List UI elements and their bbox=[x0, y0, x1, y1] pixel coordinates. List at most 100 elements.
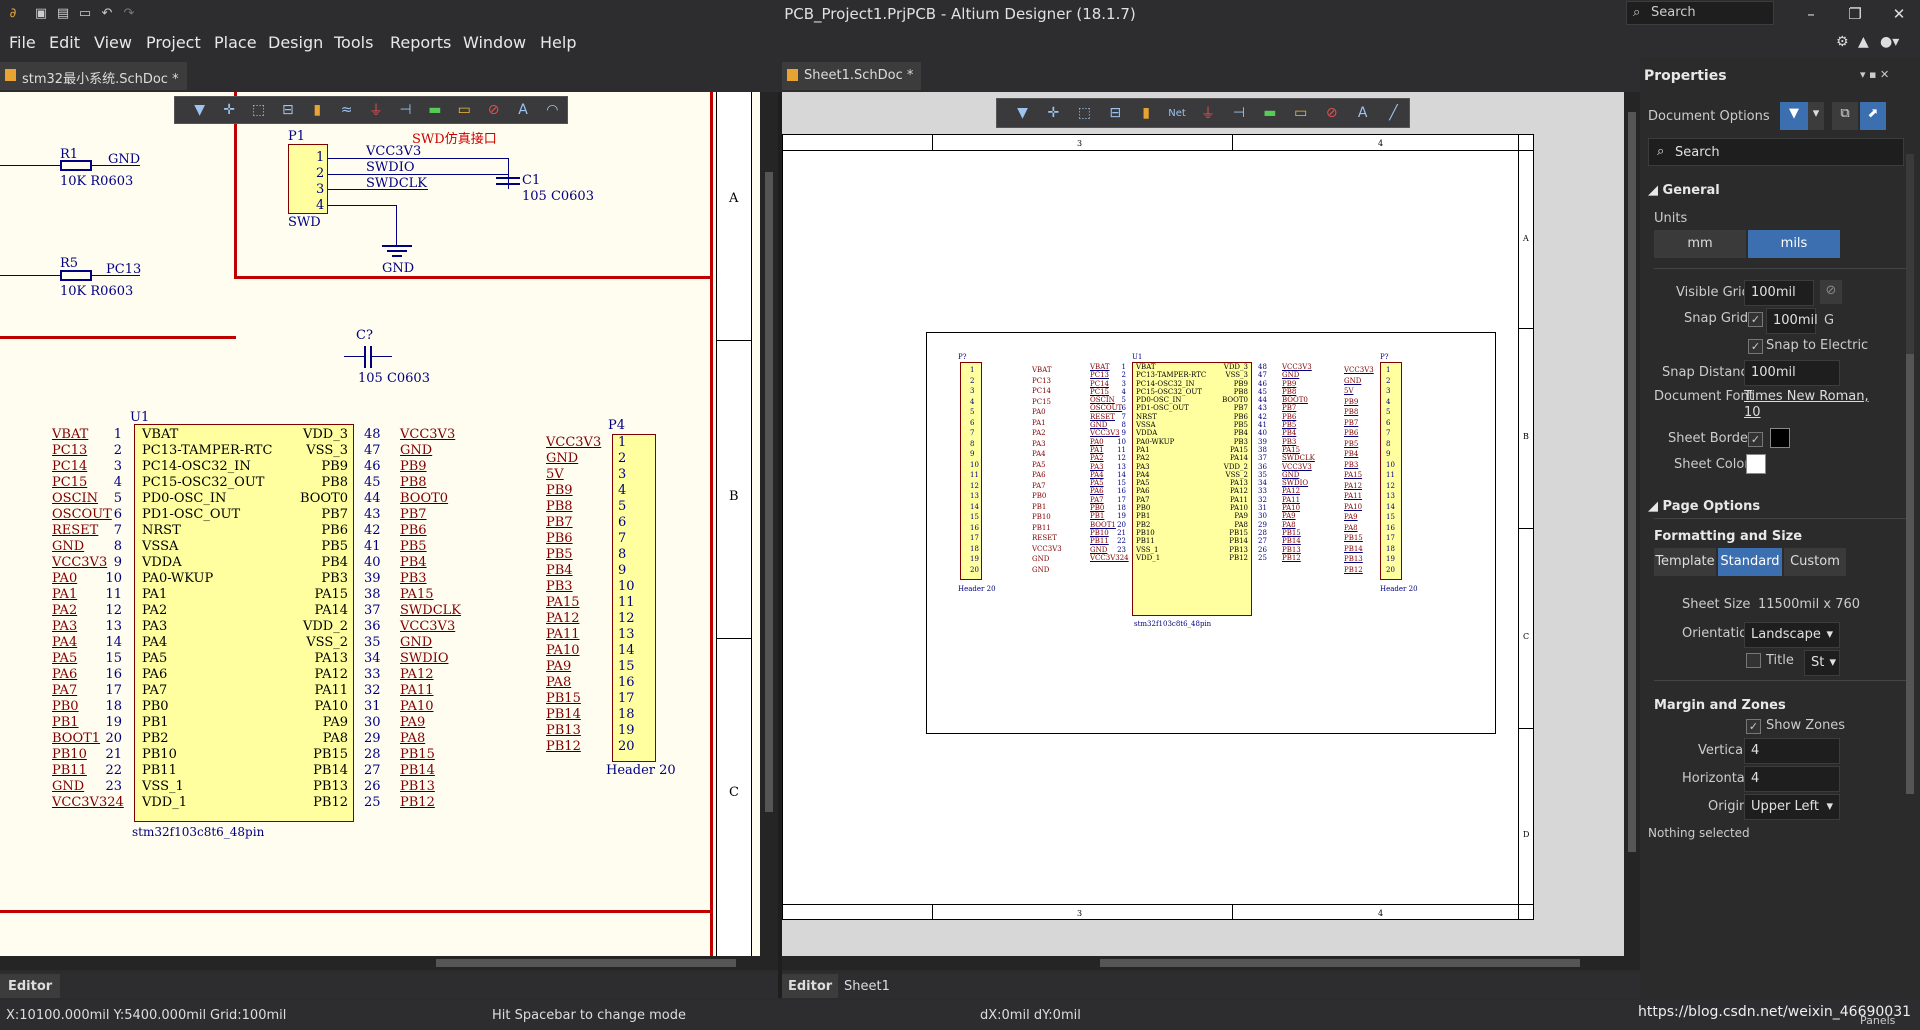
pin-number: 29 bbox=[364, 731, 381, 746]
show-zones-checkbox[interactable]: ✓ bbox=[1746, 719, 1761, 734]
document-font-size[interactable]: 10 bbox=[1744, 405, 1761, 420]
pointer-button[interactable]: ⬈ bbox=[1860, 102, 1886, 130]
orientation-dropdown[interactable]: Landscape ▾ bbox=[1744, 622, 1840, 648]
tab-editor-left[interactable]: Editor bbox=[0, 974, 60, 998]
port-icon[interactable]: ▭ bbox=[450, 102, 479, 118]
global-search-input[interactable]: ⌕ Search bbox=[1626, 1, 1774, 25]
menu-tools[interactable]: Tools bbox=[334, 33, 373, 52]
title-checkbox[interactable] bbox=[1746, 653, 1761, 668]
close-button[interactable]: ✕ bbox=[1878, 3, 1920, 25]
units-mils-button[interactable]: mils bbox=[1748, 230, 1840, 258]
align-icon[interactable]: ⊟ bbox=[1100, 105, 1131, 121]
general-section-header[interactable]: ◢ General bbox=[1648, 183, 1720, 198]
sheet-border-checkbox[interactable]: ✓ bbox=[1748, 432, 1763, 447]
pin-number: 7 bbox=[113, 523, 122, 538]
component-icon[interactable]: ▮ bbox=[303, 102, 332, 118]
filter-icon[interactable]: ▼ bbox=[1007, 105, 1038, 121]
menu-edit[interactable]: Edit bbox=[49, 33, 80, 52]
scroll-thumb[interactable] bbox=[1906, 354, 1914, 794]
menu-help[interactable]: Help bbox=[540, 33, 576, 52]
sheet-color-swatch[interactable] bbox=[1746, 454, 1766, 474]
panel-menu-icon[interactable]: ▾ ▪ ✕ bbox=[1860, 68, 1889, 81]
tab-sheet1-schdoc[interactable]: Sheet1.SchDoc * bbox=[782, 62, 922, 90]
grid-visibility-icon[interactable]: ⊘ bbox=[1820, 280, 1842, 304]
tab-editor-right[interactable]: Editor bbox=[782, 974, 838, 998]
pin-number: 12 bbox=[105, 603, 122, 618]
custom-button[interactable]: Custom bbox=[1784, 548, 1846, 576]
directive-icon[interactable]: ⊘ bbox=[479, 102, 508, 118]
r1-body[interactable] bbox=[60, 160, 92, 171]
scroll-thumb[interactable] bbox=[436, 959, 736, 967]
notifications-icon[interactable]: ▲ bbox=[1858, 34, 1869, 50]
power-port-icon[interactable]: ⏚ bbox=[1193, 103, 1224, 123]
line-icon[interactable]: ╱ bbox=[1378, 105, 1409, 121]
panel-scrollbar[interactable] bbox=[1906, 154, 1914, 794]
left-horizontal-scrollbar[interactable] bbox=[0, 956, 778, 970]
right-schematic-canvas[interactable]: ▼ ✛ ⬚ ⊟ ▮ Net ⏚ ⊣ ▬ ▭ ⊘ A ╱ 3 4 3 4 A B C D P? 12345… bbox=[782, 92, 1624, 956]
panels-button[interactable]: Panels bbox=[1860, 1014, 1895, 1027]
origin-dropdown[interactable]: Upper Left ▾ bbox=[1744, 794, 1840, 820]
scroll-thumb[interactable] bbox=[1628, 112, 1636, 852]
template-button[interactable]: Template bbox=[1654, 548, 1716, 576]
r5-body[interactable] bbox=[60, 270, 92, 281]
sheet-border-color-swatch[interactable] bbox=[1770, 428, 1790, 448]
filter-dropdown[interactable]: ▾ bbox=[1808, 102, 1824, 130]
directive-icon[interactable]: ⊘ bbox=[1316, 105, 1347, 121]
move-icon[interactable]: ✛ bbox=[214, 102, 243, 118]
sheet-symbol-icon[interactable]: ▬ bbox=[420, 102, 449, 118]
select-icon[interactable]: ⬚ bbox=[1069, 105, 1100, 121]
settings-gear-icon[interactable]: ⚙ bbox=[1836, 34, 1849, 50]
filter-button[interactable]: ▼ bbox=[1780, 102, 1808, 130]
menu-file[interactable]: File bbox=[9, 33, 36, 52]
port-icon[interactable]: ▭ bbox=[1285, 105, 1316, 121]
snap-grid-checkbox[interactable]: ✓ bbox=[1748, 312, 1763, 327]
visible-grid-input[interactable]: 100mil bbox=[1744, 280, 1814, 306]
standard-button[interactable]: Standard bbox=[1718, 548, 1782, 576]
menu-window[interactable]: Window bbox=[463, 33, 526, 52]
select-mask-button[interactable]: ⧉ bbox=[1832, 102, 1858, 130]
move-icon[interactable]: ✛ bbox=[1038, 105, 1069, 121]
net-label-icon[interactable]: Net bbox=[1162, 108, 1193, 119]
text-icon[interactable]: A bbox=[508, 102, 537, 118]
panel-search-input[interactable]: ⌕ Search bbox=[1648, 138, 1904, 166]
snap-grid-input[interactable]: 100mil bbox=[1766, 308, 1818, 334]
component-icon[interactable]: ▮ bbox=[1131, 105, 1162, 121]
menu-design[interactable]: Design bbox=[268, 33, 323, 52]
menu-project[interactable]: Project bbox=[146, 33, 201, 52]
pin-number: 1 bbox=[113, 427, 122, 442]
vertical-zones-input[interactable]: 4 bbox=[1744, 738, 1840, 764]
wire-icon[interactable]: ≈ bbox=[332, 102, 361, 118]
right-horizontal-scrollbar[interactable] bbox=[782, 956, 1640, 970]
units-mm-button[interactable]: mm bbox=[1654, 230, 1746, 258]
select-icon[interactable]: ⬚ bbox=[244, 102, 273, 118]
scroll-thumb[interactable] bbox=[1100, 959, 1580, 967]
document-font-link[interactable]: Times New Roman, bbox=[1744, 389, 1869, 404]
snap-distance-input[interactable]: 100mil bbox=[1744, 360, 1840, 386]
account-icon[interactable]: ●▾ bbox=[1880, 34, 1899, 50]
maximize-button[interactable]: ❐ bbox=[1834, 3, 1876, 25]
net-label: PB5 bbox=[546, 547, 573, 562]
filter-icon[interactable]: ▼ bbox=[185, 102, 214, 118]
harness-icon[interactable]: ⊣ bbox=[391, 102, 420, 118]
title-style-dropdown[interactable]: St ▾ bbox=[1804, 650, 1840, 676]
net-label: PB6 bbox=[1344, 429, 1359, 437]
harness-icon[interactable]: ⊣ bbox=[1223, 105, 1254, 121]
menu-view[interactable]: View bbox=[94, 33, 132, 52]
minimize-button[interactable]: – bbox=[1790, 3, 1832, 25]
sheet-symbol-icon[interactable]: ▬ bbox=[1254, 105, 1285, 121]
horizontal-zones-input[interactable]: 4 bbox=[1744, 766, 1840, 792]
text-icon[interactable]: A bbox=[1347, 105, 1378, 121]
right-vertical-scrollbar[interactable] bbox=[1624, 92, 1640, 956]
left-schematic-canvas[interactable]: A B C ▼ ✛ ⬚ ⊟ ▮ ≈ ⏚ ⊣ ▬ ▭ ⊘ A ◠ R1 GND 10K R0603 R5 … bbox=[0, 92, 760, 956]
snap-electric-checkbox[interactable]: ✓ bbox=[1748, 339, 1763, 354]
power-port-icon[interactable]: ⏚ bbox=[361, 100, 390, 120]
arc-icon[interactable]: ◠ bbox=[538, 102, 567, 118]
menu-place[interactable]: Place bbox=[214, 33, 257, 52]
left-vertical-scrollbar[interactable] bbox=[760, 92, 778, 956]
menu-reports[interactable]: Reports bbox=[390, 33, 451, 52]
scroll-thumb[interactable] bbox=[765, 172, 773, 812]
tab-sheet1[interactable]: Sheet1 bbox=[844, 979, 890, 994]
align-icon[interactable]: ⊟ bbox=[273, 102, 302, 118]
tab-stm32-schdoc[interactable]: stm32最小系统.SchDoc * bbox=[0, 62, 187, 90]
page-options-section-header[interactable]: ◢ Page Options bbox=[1648, 499, 1760, 514]
